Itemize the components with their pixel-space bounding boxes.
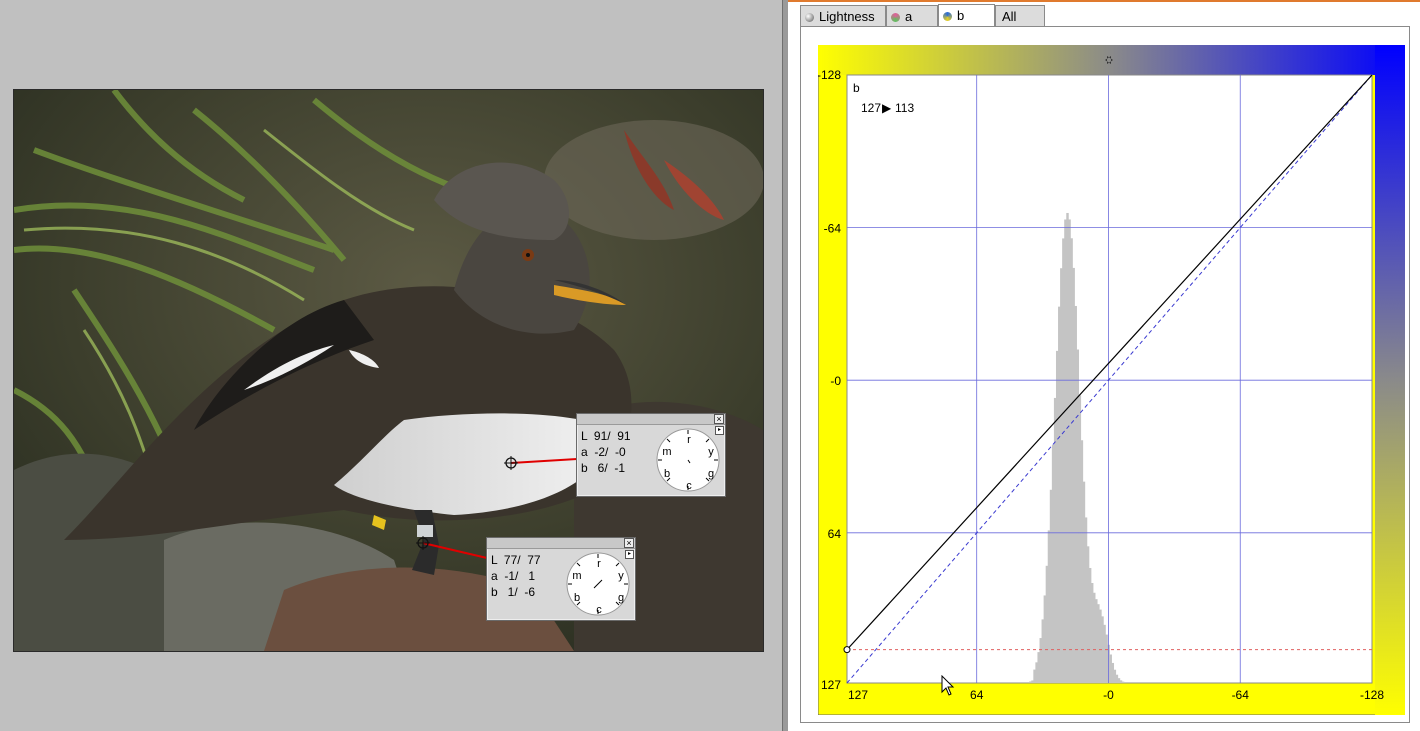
sampler-values: L 91/ 91 a -2/ -0 b 6/ -1 (581, 428, 631, 476)
output-readout: 113 (895, 101, 914, 115)
dial-label-m: m (572, 570, 581, 582)
dial-label-m: m (662, 446, 671, 458)
curves-graph[interactable]: -128 -64 -0 64 127 127 64 -0 -64 -128 b 127 ▶ 113 (818, 45, 1405, 715)
panel-accent-line (788, 0, 1420, 2)
y-tick-label: 127 (821, 678, 841, 692)
color-sampler-1[interactable]: × ▸ L 91/ 91 a -2/ -0 b 6/ -1 r y g c b … (576, 413, 726, 497)
sampler-title-bar[interactable] (577, 414, 725, 425)
y-tick-label: 64 (828, 527, 842, 541)
dial-label-y: y (618, 570, 624, 582)
a-value: a -1/ 1 (491, 569, 536, 583)
dial-label-c: c (686, 480, 692, 492)
x-tick-label: -128 (1360, 688, 1384, 702)
lightness-icon (805, 13, 814, 22)
histogram-bar (1121, 681, 1125, 683)
color-dial: r y g c b m (656, 428, 720, 492)
b-value: b 1/ -6 (491, 585, 536, 599)
dial-label-g: g (618, 592, 624, 604)
readout-arrow-icon: ▶ (882, 101, 892, 115)
curves-panel: Lightness a b All -128 -64 -0 64 127 127 64 -0-… (788, 0, 1420, 731)
tab-label: Lightness (819, 9, 875, 24)
dial-label-r: r (597, 558, 601, 570)
gradient-border-right (1375, 45, 1405, 715)
tab-lightness[interactable]: Lightness (800, 5, 886, 26)
tab-label: b (957, 8, 965, 23)
color-sampler-2[interactable]: × ▸ L 77/ 77 a -1/ 1 b 1/ -6 r y g c b m (486, 537, 636, 621)
color-dial: r y g c b m (566, 552, 630, 616)
x-tick-label: 64 (970, 688, 984, 702)
b-channel-icon (943, 12, 952, 21)
dial-label-b: b (664, 468, 670, 480)
tab-b[interactable]: b (938, 4, 995, 27)
a-value: a -2/ -0 (581, 445, 626, 459)
b-value: b 6/ -1 (581, 461, 626, 475)
sampler-values: L 77/ 77 a -1/ 1 b 1/ -6 (491, 552, 541, 600)
y-tick-label: -0 (830, 374, 841, 388)
dial-label-g: g (708, 468, 714, 480)
tab-label: a (905, 9, 913, 24)
photo-canvas[interactable] (13, 89, 764, 652)
tab-all[interactable]: All (995, 5, 1045, 26)
dial-label-y: y (708, 446, 714, 458)
y-tick-label: -64 (824, 222, 842, 236)
mouse-cursor-icon (941, 675, 955, 696)
y-tick-label: -128 (818, 68, 841, 82)
tab-label: All (1002, 9, 1017, 24)
channel-label: b (853, 81, 860, 95)
a-channel-icon (891, 13, 900, 22)
close-icon[interactable]: × (714, 414, 724, 424)
dial-label-r: r (687, 434, 691, 446)
x-tick-label: 127 (848, 688, 868, 702)
close-icon[interactable]: × (624, 538, 634, 548)
input-readout: 127 (861, 101, 881, 115)
sampler-title-bar[interactable] (487, 538, 635, 549)
lightness-value: L 91/ 91 (581, 429, 631, 443)
x-tick-label: -64 (1232, 688, 1250, 702)
dial-label-c: c (596, 604, 602, 616)
dial-label-b: b (574, 592, 580, 604)
curve-control-point[interactable] (843, 646, 851, 654)
duck-photo (14, 90, 763, 651)
x-tick-label: -0 (1103, 688, 1114, 702)
lightness-value: L 77/ 77 (491, 553, 541, 567)
tab-a[interactable]: a (886, 5, 938, 26)
